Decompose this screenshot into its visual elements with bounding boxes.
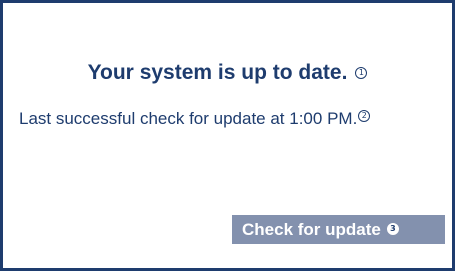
check-for-update-button[interactable]: Check for update 3: [232, 215, 445, 244]
annotation-marker-3: 3: [386, 223, 399, 236]
status-title: Your system is up to date.: [87, 61, 348, 84]
annotation-marker-1: 1: [355, 66, 368, 79]
check-for-update-label: Check for update: [242, 220, 381, 239]
update-panel: Your system is up to date. 1 Last success…: [0, 0, 455, 271]
title-row: Your system is up to date. 1: [3, 61, 452, 85]
last-check-row: Last successful check for update at 1:00…: [19, 109, 371, 129]
last-check-text: Last successful check for update at 1:00…: [19, 109, 358, 128]
annotation-marker-2: 2: [358, 110, 371, 122]
